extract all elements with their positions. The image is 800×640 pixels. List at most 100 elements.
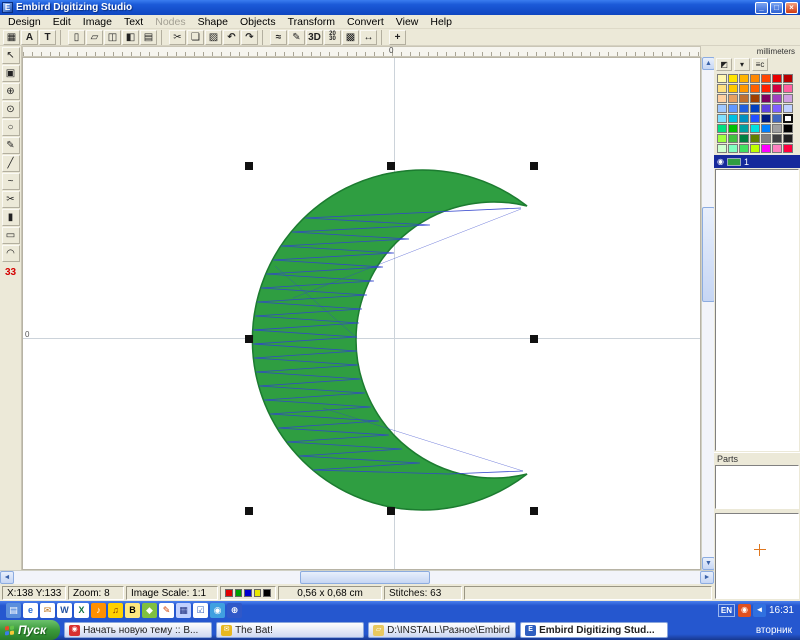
quick-launch-icon[interactable]: ◆ <box>142 603 157 618</box>
quick-launch-icon[interactable]: e <box>23 603 38 618</box>
quick-launch-icon[interactable]: ♫ <box>108 603 123 618</box>
thread-color-swatch[interactable] <box>717 124 727 133</box>
thread-color-swatch[interactable] <box>750 74 760 83</box>
quick-launch-icon[interactable]: ✎ <box>159 603 174 618</box>
tool-button[interactable]: ▣ <box>2 65 20 82</box>
thread-color-swatch[interactable] <box>772 144 782 153</box>
menu-item[interactable]: Shape <box>192 15 234 29</box>
thread-color-swatch[interactable] <box>739 114 749 123</box>
language-indicator[interactable]: EN <box>718 604 735 617</box>
minimize-button[interactable]: _ <box>755 2 768 14</box>
thread-color-swatch[interactable] <box>783 84 793 93</box>
toolbar-button[interactable]: ▦ <box>3 30 20 45</box>
thread-color-swatch[interactable] <box>750 94 760 103</box>
quick-launch-icon[interactable]: ♪ <box>91 603 106 618</box>
thread-color-swatch[interactable] <box>739 134 749 143</box>
toolbar-button[interactable]: ≈ <box>270 30 287 45</box>
quick-launch-icon[interactable]: ✉ <box>40 603 55 618</box>
thread-color-swatch[interactable] <box>761 144 771 153</box>
palette-control-button[interactable]: ≡c <box>752 58 768 71</box>
toolbar-button[interactable] <box>381 30 385 45</box>
thread-color-swatch[interactable] <box>717 74 727 83</box>
tool-button[interactable]: ○ <box>2 119 20 136</box>
start-button[interactable]: Пуск <box>0 620 60 640</box>
thread-color-swatch[interactable] <box>717 114 727 123</box>
selection-handle[interactable] <box>530 335 538 343</box>
thread-color-swatch[interactable] <box>739 144 749 153</box>
status-color-swatch[interactable] <box>225 589 233 597</box>
status-color-swatch[interactable] <box>254 589 262 597</box>
object-list[interactable] <box>715 169 799 451</box>
menu-item[interactable]: Nodes <box>149 15 191 29</box>
thread-color-swatch[interactable] <box>783 134 793 143</box>
palette-control-button[interactable]: ◩ <box>716 58 732 71</box>
horizontal-scroll-thumb[interactable] <box>300 571 430 584</box>
quick-launch-icon[interactable]: B <box>125 603 140 618</box>
thread-color-swatch[interactable] <box>772 94 782 103</box>
selection-handle[interactable] <box>245 162 253 170</box>
toolbar-button[interactable]: ▩ <box>342 30 359 45</box>
thread-color-swatch[interactable] <box>728 84 738 93</box>
thread-color-swatch[interactable] <box>728 104 738 113</box>
quick-launch-icon[interactable]: ▤ <box>6 603 21 618</box>
tool-button[interactable]: ▭ <box>2 227 20 244</box>
design-canvas[interactable]: 0 <box>22 57 701 570</box>
thread-color-swatch[interactable] <box>739 124 749 133</box>
thread-color-swatch[interactable] <box>750 124 760 133</box>
thread-color-swatch[interactable] <box>761 104 771 113</box>
toolbar-button[interactable]: + <box>389 30 406 45</box>
design-object[interactable] <box>252 170 527 510</box>
close-button[interactable]: × <box>785 2 798 14</box>
tool-button[interactable]: ↖ <box>2 47 20 64</box>
thread-color-swatch[interactable] <box>750 114 760 123</box>
toolbar-button[interactable]: ✂ <box>169 30 186 45</box>
thread-color-swatch[interactable] <box>728 144 738 153</box>
status-color-swatch[interactable] <box>263 589 271 597</box>
selection-handle[interactable] <box>387 162 395 170</box>
menu-item[interactable]: Convert <box>341 15 390 29</box>
thread-color-swatch[interactable] <box>750 134 760 143</box>
status-color-swatch[interactable] <box>244 589 252 597</box>
thread-color-swatch[interactable] <box>761 84 771 93</box>
selection-handle[interactable] <box>530 162 538 170</box>
thread-color-swatch[interactable] <box>739 74 749 83</box>
clock[interactable]: 16:31 <box>769 605 794 616</box>
thread-color-swatch[interactable] <box>772 134 782 143</box>
thread-color-swatch[interactable] <box>750 84 760 93</box>
thread-color-swatch[interactable] <box>728 74 738 83</box>
maximize-button[interactable]: □ <box>770 2 783 14</box>
scroll-left-button[interactable]: ◄ <box>0 571 14 584</box>
toolbar-button[interactable]: ▤ <box>140 30 157 45</box>
horizontal-scrollbar[interactable]: ◄ ► <box>0 570 714 584</box>
vertical-scrollbar[interactable]: ▲ ▼ <box>701 57 714 570</box>
tray-icon[interactable]: ◉ <box>738 604 751 617</box>
thread-list-row[interactable]: ◉ 1 <box>714 155 800 168</box>
toolbar-button[interactable] <box>262 30 266 45</box>
toolbar-button[interactable]: ❏ <box>187 30 204 45</box>
toolbar-button[interactable]: ▱ <box>86 30 103 45</box>
toolbar-button[interactable]: ↶ <box>223 30 240 45</box>
thread-color-swatch[interactable] <box>772 114 782 123</box>
toolbar-button[interactable]: 3D <box>306 30 323 45</box>
thread-color-swatch[interactable] <box>772 74 782 83</box>
menu-item[interactable]: Design <box>2 15 47 29</box>
tray-icon[interactable]: ◄ <box>753 604 766 617</box>
thread-color-swatch[interactable] <box>761 114 771 123</box>
toolbar-button[interactable]: ↔ <box>360 30 377 45</box>
quick-launch-icon[interactable]: W <box>57 603 72 618</box>
status-color-swatch[interactable] <box>235 589 243 597</box>
toolbar-button[interactable]: ✎ <box>288 30 305 45</box>
thread-color-swatch[interactable] <box>750 104 760 113</box>
thread-color-swatch[interactable] <box>772 84 782 93</box>
thread-color-swatch[interactable] <box>728 94 738 103</box>
thread-color-swatch[interactable] <box>783 144 793 153</box>
scroll-right-button[interactable]: ► <box>700 571 714 584</box>
selection-handle[interactable] <box>530 507 538 515</box>
taskbar-window-button[interactable]: ◉ Начать новую тему :: B... <box>64 622 212 638</box>
taskbar-window-button[interactable]: ▱ D:\INSTALL\Разное\Embird <box>368 622 516 638</box>
taskbar-window-button[interactable]: ✉ The Bat! <box>216 622 364 638</box>
menu-item[interactable]: Edit <box>47 15 77 29</box>
thread-color-swatch[interactable] <box>717 144 727 153</box>
toolbar-button[interactable]: ▯ <box>68 30 85 45</box>
thread-color-swatch[interactable] <box>772 124 782 133</box>
